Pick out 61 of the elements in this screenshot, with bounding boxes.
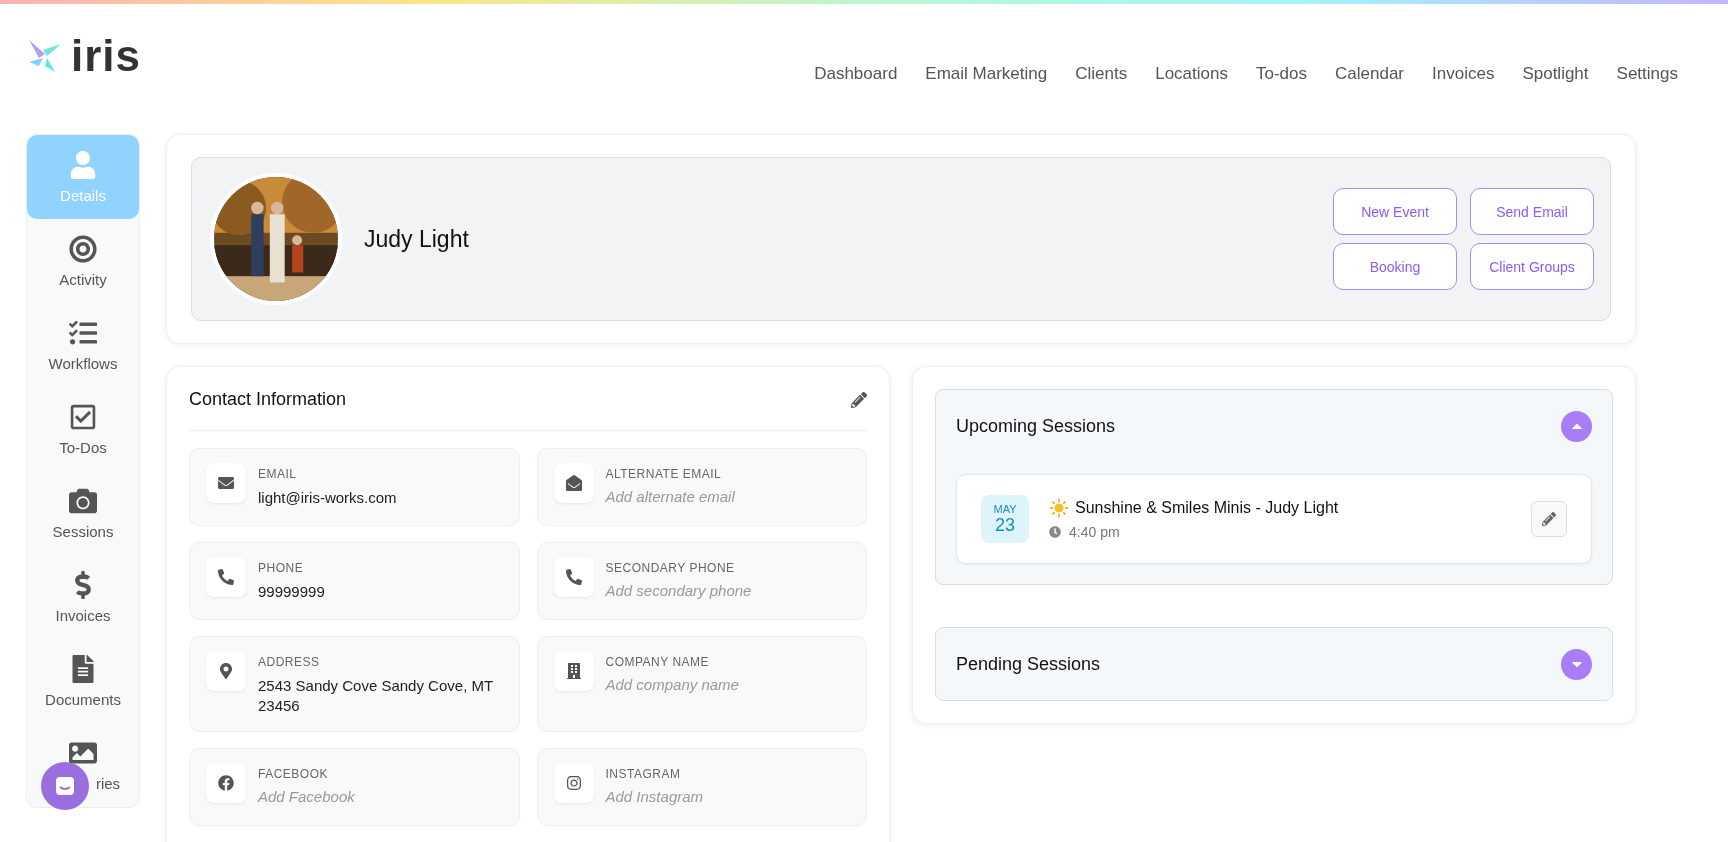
phone-icon — [218, 569, 234, 585]
panel-title: Upcoming Sessions — [956, 415, 1116, 437]
sidebar-item[interactable]: Workflows — [27, 303, 139, 387]
phone-icon — [565, 569, 582, 585]
field-label: ALTERNATE EMAIL — [605, 467, 723, 481]
field-label: PHONE — [258, 561, 305, 575]
toggle-button[interactable] — [1561, 410, 1592, 442]
chat-icon — [54, 775, 76, 797]
sun-icon — [1049, 498, 1069, 518]
action-button[interactable]: New Event — [1333, 188, 1457, 235]
session-title: Sunshine & Smiles Minis - Judy Light — [1075, 499, 1339, 517]
map-pin-icon — [218, 663, 234, 679]
field-value: 2543 Sandy Cove Sandy Cove, MT 23456 — [258, 676, 494, 717]
facebook-icon — [218, 774, 234, 791]
sidebar-item[interactable]: Sessions — [27, 471, 139, 555]
camera-icon — [69, 486, 97, 515]
sidebar-item[interactable]: To-Dos — [27, 387, 139, 471]
session-time: 4:40 pm — [1069, 524, 1120, 540]
envelope-icon — [218, 475, 234, 491]
checkbox-icon — [69, 402, 97, 431]
checklist-icon — [69, 318, 97, 347]
session-item[interactable]: MAY 23 Sunshine & Smiles Minis - Judy Light 4:40 pm — [956, 474, 1592, 564]
sidebar-item[interactable]: Documents — [27, 639, 139, 723]
nav-link[interactable]: Locations — [1155, 64, 1228, 84]
client-name: Judy Light — [364, 225, 470, 253]
nav-link[interactable]: Invoices — [1432, 64, 1495, 84]
pencil-icon — [1542, 512, 1556, 526]
nav-link[interactable]: Email Marketing — [925, 64, 1048, 84]
field-value: 99999999 — [258, 582, 325, 602]
target-icon — [69, 234, 97, 263]
nav-link[interactable]: To-dos — [1256, 64, 1307, 84]
field-value: light@iris-works.com — [258, 488, 397, 508]
building-icon — [565, 663, 582, 679]
edit-icon[interactable] — [851, 391, 867, 408]
sidebar-item[interactable]: ries — [27, 723, 139, 807]
field-label: INSTAGRAM — [605, 766, 682, 781]
user-icon — [69, 150, 97, 179]
toggle-button[interactable] — [1561, 648, 1592, 680]
sidebar-item[interactable]: Activity — [27, 219, 139, 303]
sidebar-item[interactable]: Invoices — [27, 555, 139, 639]
date-tile: MAY 23 — [981, 495, 1029, 543]
action-button[interactable]: Client Groups — [1470, 243, 1594, 290]
field-label: SECONDARY PHONE — [605, 561, 736, 575]
clock-icon — [1049, 526, 1061, 538]
nav-link[interactable]: Spotlight — [1522, 64, 1589, 84]
nav-link[interactable]: Clients — [1075, 64, 1128, 84]
logo-text: iris — [71, 34, 142, 78]
field-label: COMPANY NAME — [605, 655, 711, 669]
edit-button[interactable] — [1531, 501, 1567, 537]
instagram-icon — [565, 774, 582, 791]
field-label: FACEBOOK — [258, 766, 330, 781]
panel-title: Pending Sessions — [956, 653, 1101, 675]
action-button[interactable]: Booking — [1333, 243, 1457, 290]
field-label: ADDRESS — [258, 655, 321, 669]
nav-link[interactable]: Settings — [1616, 64, 1678, 84]
open-envelope-icon — [565, 475, 582, 491]
nav-link[interactable]: Calendar — [1335, 64, 1404, 84]
card-title: Contact Information — [189, 389, 347, 410]
nav-link[interactable]: Dashboard — [814, 64, 898, 84]
field-label: EMAIL — [258, 467, 298, 481]
action-button[interactable]: Send Email — [1470, 188, 1594, 235]
